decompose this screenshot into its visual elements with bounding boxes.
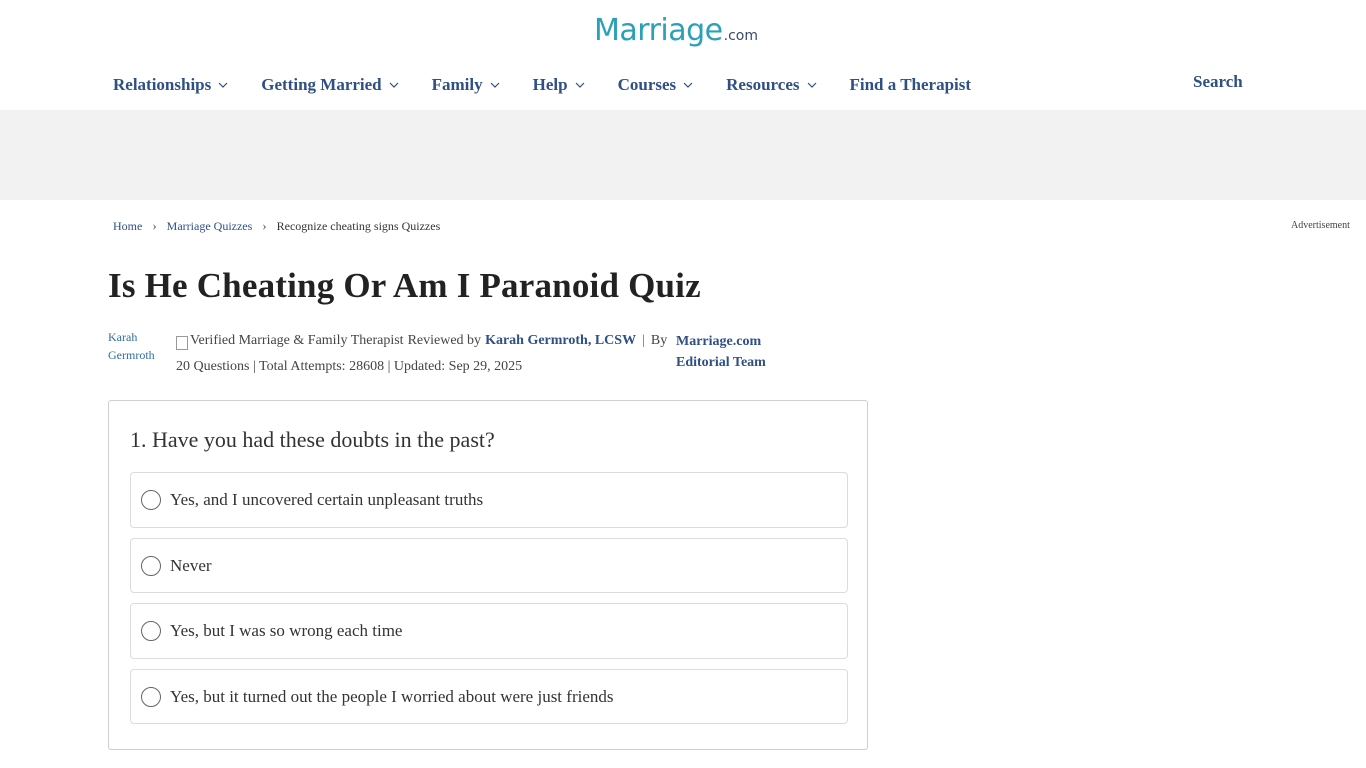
nav-item-help[interactable]: Help bbox=[533, 75, 586, 95]
avatar[interactable]: Karah Germroth bbox=[108, 328, 160, 366]
answer-label: Yes, but I was so wrong each time bbox=[170, 621, 403, 640]
nav-item-getting-married[interactable]: Getting Married bbox=[261, 75, 399, 95]
chevron-down-icon bbox=[490, 82, 500, 88]
page-title: Is He Cheating Or Am I Paranoid Quiz bbox=[108, 266, 701, 305]
search-button[interactable]: Search bbox=[1193, 72, 1243, 92]
verified-badge-icon bbox=[176, 336, 188, 350]
nav-item-label: Getting Married bbox=[261, 75, 382, 94]
nav-item-find-therapist[interactable]: Find a Therapist bbox=[850, 75, 972, 95]
by-label: By bbox=[650, 333, 668, 348]
breadcrumb-separator: › bbox=[262, 218, 267, 233]
breadcrumb-separator: › bbox=[152, 218, 157, 233]
review-info: Verified Marriage & Family Therapist Rev… bbox=[176, 333, 668, 350]
avatar-alt-text: Karah Germroth bbox=[108, 330, 155, 362]
nav-item-courses[interactable]: Courses bbox=[618, 75, 695, 95]
main-nav: Relationships Getting Married Family Hel… bbox=[113, 72, 1003, 98]
badge-alt-text: Verified Marriage & Family Therapist bbox=[190, 333, 404, 348]
nav-item-relationships[interactable]: Relationships bbox=[113, 75, 229, 95]
site-logo[interactable]: Marriage .com bbox=[594, 12, 774, 50]
radio-button[interactable] bbox=[141, 490, 161, 510]
nav-item-label: Family bbox=[431, 75, 483, 94]
answer-label: Never bbox=[170, 555, 212, 575]
chevron-down-icon bbox=[575, 82, 585, 88]
meta-divider: | bbox=[642, 333, 645, 348]
radio-button[interactable] bbox=[141, 686, 161, 707]
ad-banner bbox=[0, 110, 1366, 200]
logo-text: Marriage bbox=[594, 13, 723, 48]
answer-option-1[interactable]: Yes, and I uncovered certain unpleasant … bbox=[130, 472, 848, 528]
breadcrumb-current: Recognize cheating signs Quizzes bbox=[276, 218, 441, 233]
chevron-down-icon bbox=[218, 82, 228, 88]
nav-item-label: Help bbox=[532, 75, 568, 94]
reviewer-link[interactable]: Karah Germroth, LCSW bbox=[485, 333, 636, 349]
logo-suffix: .com bbox=[723, 28, 758, 44]
nav-item-resources[interactable]: Resources bbox=[726, 75, 817, 95]
quiz-card: 1. Have you had these doubts in the past… bbox=[108, 400, 868, 750]
chevron-down-icon bbox=[389, 82, 399, 88]
quiz-stats: 20 Questions | Total Attempts: 28608 | U… bbox=[176, 359, 523, 374]
answer-label: Yes, but it turned out the people I worr… bbox=[170, 686, 614, 706]
nav-item-label: Resources bbox=[726, 75, 800, 94]
answer-label: Yes, and I uncovered certain unpleasant … bbox=[170, 490, 484, 509]
radio-button[interactable] bbox=[141, 621, 161, 641]
question-text: 1. Have you had these doubts in the past… bbox=[130, 427, 495, 452]
advertisement-label: Advertisement bbox=[1291, 220, 1350, 231]
answer-option-4[interactable]: Yes, but it turned out the people I worr… bbox=[130, 669, 848, 724]
chevron-down-icon bbox=[683, 82, 693, 88]
radio-button[interactable] bbox=[141, 555, 161, 576]
nav-item-family[interactable]: Family bbox=[432, 75, 501, 95]
chevron-down-icon bbox=[807, 82, 816, 88]
nav-item-label: Courses bbox=[617, 75, 677, 94]
breadcrumb: Home › Marriage Quizzes › Recognize chea… bbox=[113, 218, 440, 234]
answer-option-2[interactable]: Never bbox=[130, 538, 848, 593]
breadcrumb-marriage-quizzes[interactable]: Marriage Quizzes bbox=[167, 219, 253, 234]
answer-option-3[interactable]: Yes, but I was so wrong each time bbox=[130, 603, 848, 659]
nav-item-label: Find a Therapist bbox=[849, 75, 972, 94]
nav-item-label: Relationships bbox=[113, 75, 212, 94]
author-link[interactable]: Marriage.com Editorial Team bbox=[676, 331, 768, 373]
reviewed-by-label: Reviewed by bbox=[407, 333, 482, 348]
breadcrumb-home[interactable]: Home bbox=[113, 219, 142, 234]
